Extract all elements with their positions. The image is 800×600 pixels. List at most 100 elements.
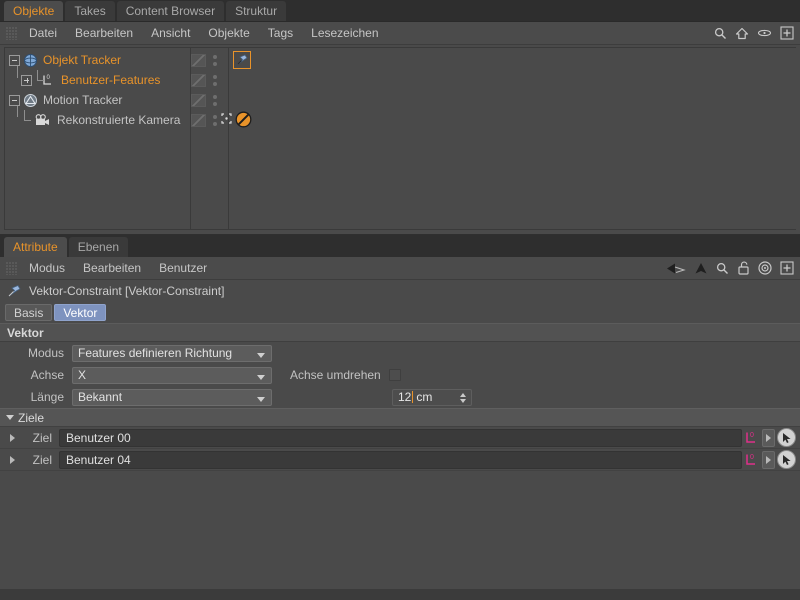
visibility-cell[interactable]	[191, 110, 232, 130]
tab-content-browser[interactable]: Content Browser	[116, 1, 225, 21]
cursor-pick-icon[interactable]	[777, 428, 796, 447]
chevron-down-icon	[257, 374, 265, 380]
spinner-laenge[interactable]	[460, 392, 466, 403]
crosshair-icon[interactable]	[221, 113, 232, 127]
visibility-dots[interactable]	[213, 74, 217, 86]
label-achse: Achse	[30, 368, 64, 382]
visibility-dots[interactable]	[213, 94, 217, 106]
subtab-vektor[interactable]: Vektor	[54, 304, 107, 321]
attribute-body: Vektor-Constraint [Vektor-Constraint] Ba…	[0, 280, 800, 589]
visibility-swatch[interactable]	[191, 113, 206, 127]
menu-ansicht[interactable]: Ansicht	[142, 22, 199, 45]
label-laenge: Länge	[30, 390, 64, 404]
target-expand-button[interactable]	[762, 450, 775, 469]
drag-grip-icon[interactable]	[6, 26, 17, 40]
back-arrow-icon[interactable]	[666, 262, 686, 275]
text-caret	[412, 391, 414, 403]
target-expand-button[interactable]	[762, 428, 775, 447]
home-icon[interactable]	[735, 27, 749, 40]
visibility-dots[interactable]	[213, 114, 217, 126]
subtab-basis[interactable]: Basis	[5, 304, 53, 321]
tab-objekte[interactable]: Objekte	[4, 1, 64, 21]
menu-bearbeiten[interactable]: Bearbeiten	[66, 22, 142, 45]
dropdown-modus[interactable]: Features definieren Richtung	[72, 344, 272, 362]
object-manager-menubar: Datei Bearbeiten Ansicht Objekte Tags Le…	[0, 22, 800, 45]
tree-row-label: Benutzer-Features	[61, 73, 161, 87]
dropdown-achse[interactable]: X	[72, 366, 272, 384]
visibility-cell[interactable]	[191, 50, 217, 70]
laenge-unit: cm	[416, 390, 433, 404]
target-label: Ziel	[32, 452, 52, 467]
label-achse-umdrehen: Achse umdrehen	[290, 368, 381, 382]
lock-open-icon[interactable]	[737, 261, 750, 275]
target-row-0[interactable]: Ziel Benutzer 00 0	[0, 427, 800, 449]
menu-modus[interactable]: Modus	[20, 257, 74, 280]
menu-objekte[interactable]: Objekte	[199, 22, 258, 45]
chevron-down-icon	[6, 415, 14, 420]
group-header-ziele[interactable]: Ziele	[0, 408, 800, 427]
attribute-manager-tabstrip: Attribute Ebenen	[0, 235, 800, 257]
menu-datei[interactable]: Datei	[20, 22, 66, 45]
menu-bearbeiten[interactable]: Bearbeiten	[74, 257, 150, 280]
vector-constraint-tag-icon[interactable]	[233, 51, 251, 69]
input-laenge-value[interactable]: 12 cm	[392, 388, 472, 406]
tree-row-benutzer-features[interactable]: 0 Benutzer-Features	[5, 70, 796, 90]
visibility-swatch[interactable]	[191, 73, 206, 87]
target-icon[interactable]	[758, 261, 772, 275]
dropdown-achse-value: X	[78, 368, 87, 382]
target-label: Ziel	[32, 430, 52, 445]
disabled-tag-icon[interactable]	[235, 111, 252, 131]
field-row-laenge: Länge Bekannt 12 cm	[0, 386, 800, 408]
expander-toggle[interactable]	[9, 54, 20, 66]
field-row-achse: Achse X Achse umdrehen	[0, 364, 800, 386]
chevron-down-icon	[257, 396, 265, 402]
user-data-icon[interactable]: 0	[744, 452, 760, 468]
attribute-object-title-text: Vektor-Constraint [Vektor-Constraint]	[29, 284, 225, 298]
drag-grip-icon[interactable]	[6, 261, 17, 275]
user-data-icon[interactable]: 0	[744, 430, 760, 446]
checkbox-achse-umdrehen[interactable]	[388, 369, 401, 381]
visibility-dots[interactable]	[213, 54, 217, 66]
dropdown-modus-value: Features definieren Richtung	[78, 346, 233, 360]
expander-toggle[interactable]	[21, 74, 32, 86]
dropdown-laenge[interactable]: Bekannt	[72, 388, 272, 406]
target-row-1[interactable]: Ziel Benutzer 04 0	[0, 449, 800, 471]
search-icon[interactable]	[714, 27, 727, 40]
search-icon[interactable]	[716, 262, 729, 275]
object-tracker-icon	[22, 53, 39, 68]
expander-toggle[interactable]	[9, 94, 20, 106]
tab-struktur[interactable]: Struktur	[226, 1, 287, 21]
object-tree: Objekt Tracker 0 Benutzer-Features Motio…	[4, 47, 796, 230]
tab-ebenen[interactable]: Ebenen	[68, 237, 129, 257]
tree-connector	[21, 110, 33, 130]
tree-row-label: Rekonstruierte Kamera	[57, 113, 181, 127]
attribute-empty-area	[0, 471, 800, 589]
plus-icon[interactable]	[780, 261, 794, 275]
target-link-field[interactable]: Benutzer 04	[59, 450, 742, 469]
section-header-vektor: Vektor	[0, 323, 800, 342]
laenge-number: 12	[398, 390, 412, 404]
tab-takes[interactable]: Takes	[65, 1, 115, 21]
eye-icon[interactable]	[757, 28, 772, 38]
visibility-cell[interactable]	[191, 70, 217, 90]
up-arrow-icon[interactable]	[694, 262, 708, 275]
tree-row-rekonstruierte-kamera[interactable]: Rekonstruierte Kamera	[5, 110, 796, 130]
svg-text:0: 0	[47, 75, 51, 81]
cursor-pick-icon[interactable]	[777, 450, 796, 469]
menu-benutzer[interactable]: Benutzer	[150, 257, 216, 280]
visibility-cell[interactable]	[191, 90, 217, 110]
visibility-swatch[interactable]	[191, 93, 206, 107]
chevron-down-icon	[257, 352, 265, 358]
tree-row-motion-tracker[interactable]: Motion Tracker	[5, 90, 796, 110]
motion-tracker-icon	[22, 93, 39, 108]
visibility-swatch[interactable]	[191, 53, 206, 67]
tab-attribute[interactable]: Attribute	[4, 237, 67, 257]
attribute-object-title: Vektor-Constraint [Vektor-Constraint]	[0, 280, 800, 302]
object-manager-panel: Objekte Takes Content Browser Struktur D…	[0, 0, 800, 235]
tree-row-objekt-tracker[interactable]: Objekt Tracker	[5, 50, 796, 70]
menu-tags[interactable]: Tags	[259, 22, 302, 45]
target-link-field[interactable]: Benutzer 00	[59, 428, 742, 447]
menu-lesezeichen[interactable]: Lesezeichen	[302, 22, 387, 45]
svg-text:0: 0	[750, 454, 754, 461]
plus-icon[interactable]	[780, 26, 794, 40]
